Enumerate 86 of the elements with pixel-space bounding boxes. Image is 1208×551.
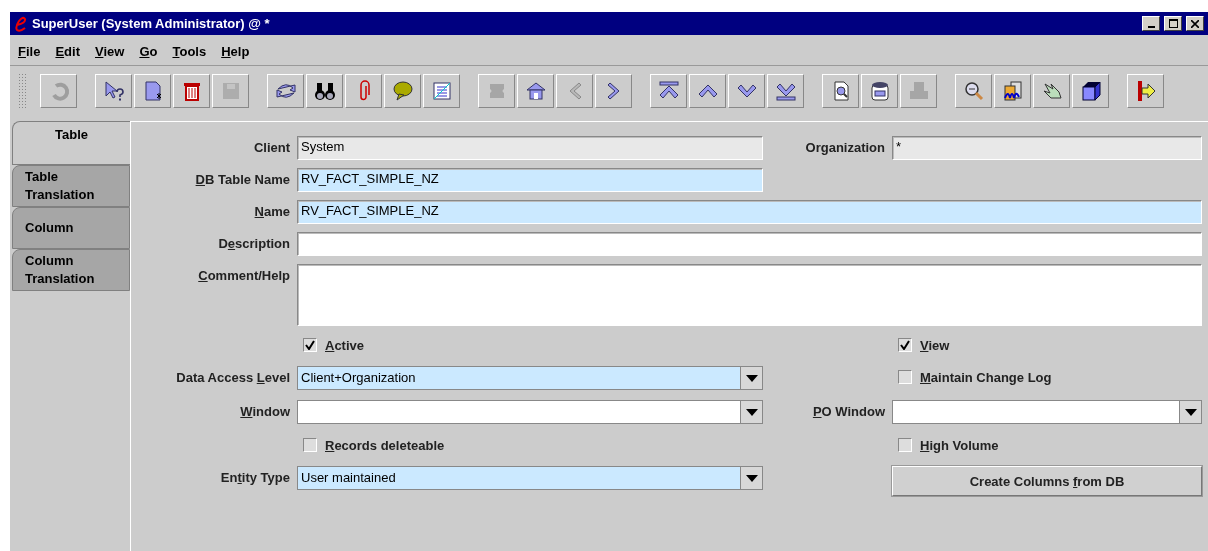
tab[interactable]: Column Translation — [12, 249, 130, 291]
field-label: Comment/Help — [197, 267, 290, 283]
minimize-button[interactable] — [1142, 16, 1160, 31]
toolbar-button[interactable] — [267, 74, 304, 108]
checkbox-label: Maintain Change Log — [920, 369, 1052, 385]
checkbox[interactable] — [898, 370, 912, 384]
toolbar-button[interactable] — [173, 74, 210, 108]
text-field[interactable] — [297, 232, 1202, 256]
window-title: SuperUser (System Administrator) @ * — [32, 16, 271, 31]
toolbar-button[interactable] — [861, 74, 898, 108]
app-logo-icon — [14, 15, 28, 32]
menu-item[interactable]: View — [89, 43, 131, 59]
text-field[interactable]: RV_FACT_SIMPLE_NZ — [297, 200, 1202, 224]
dropdown-field[interactable]: User maintained — [297, 466, 763, 490]
toolbar-button[interactable] — [1033, 74, 1070, 108]
caret-icon — [745, 374, 758, 382]
checkbox-label: Records deleteable — [325, 437, 445, 453]
field-label: Window — [239, 403, 290, 419]
tab[interactable]: Table — [12, 121, 130, 165]
text-field[interactable]: * — [892, 136, 1202, 160]
dropdown-button[interactable] — [1179, 401, 1201, 423]
toolbar-button[interactable] — [517, 74, 554, 108]
checkbox[interactable] — [303, 338, 317, 352]
menu-item[interactable]: File — [12, 43, 47, 59]
field-label: Name — [253, 203, 290, 219]
toolbar-button[interactable] — [595, 74, 632, 108]
checkbox[interactable] — [898, 438, 912, 452]
dropdown-field[interactable] — [892, 400, 1202, 424]
toolbar-button[interactable] — [689, 74, 726, 108]
cube-icon — [1079, 80, 1102, 102]
caret-icon — [1184, 408, 1197, 416]
caret-icon — [745, 408, 758, 416]
toolbar-button[interactable] — [650, 74, 687, 108]
dropdown-button[interactable] — [740, 401, 762, 423]
menu-item[interactable]: Go — [133, 43, 164, 59]
checkbox-label: View — [920, 337, 950, 353]
field-label: Client — [252, 139, 290, 155]
house-icon — [524, 80, 547, 102]
jar-icon — [868, 80, 891, 102]
checkbox-label: Active — [325, 337, 365, 353]
check-icon — [900, 340, 910, 350]
pointer-question-icon — [102, 80, 125, 102]
magnifier-icon — [962, 80, 985, 102]
tab[interactable]: Column — [12, 207, 130, 249]
signature-document-icon — [1001, 80, 1024, 102]
checkbox-label: High Volume — [920, 437, 999, 453]
menu-item[interactable]: Tools — [166, 43, 213, 59]
field-label: Entity Type — [219, 469, 290, 485]
printer-icon — [907, 80, 930, 102]
tab[interactable]: Table Translation — [12, 165, 130, 207]
text-field[interactable]: System — [297, 136, 763, 160]
toolbar-button[interactable] — [306, 74, 343, 108]
toolbar-button[interactable] — [728, 74, 765, 108]
toolbar-button[interactable] — [1072, 74, 1109, 108]
menu-item[interactable]: Help — [215, 43, 256, 59]
list-icon — [430, 80, 453, 102]
field-label: PO Window — [811, 403, 885, 419]
maximize-icon — [1168, 19, 1178, 28]
checkbox[interactable] — [898, 338, 912, 352]
speech-bubble-icon — [391, 80, 414, 102]
field-label: DB Table Name — [194, 171, 290, 187]
binoculars-icon — [313, 80, 336, 102]
toolbar-button[interactable] — [1127, 74, 1164, 108]
toolbar-button[interactable] — [767, 74, 804, 108]
text-field[interactable]: RV_FACT_SIMPLE_NZ — [297, 168, 763, 192]
toolbar-button[interactable] — [95, 74, 132, 108]
toolbar-button[interactable] — [955, 74, 992, 108]
check-icon — [305, 340, 315, 350]
maximize-button[interactable] — [1164, 16, 1182, 31]
toolbar-button[interactable] — [994, 74, 1031, 108]
dropdown-field[interactable]: Client+Organization — [297, 366, 763, 390]
checkbox[interactable] — [303, 438, 317, 452]
close-button[interactable] — [1186, 16, 1204, 31]
toolbar-button[interactable] — [384, 74, 421, 108]
dropdown-button[interactable] — [740, 367, 762, 389]
caret-icon — [745, 474, 758, 482]
dropdown-button[interactable] — [740, 467, 762, 489]
close-icon — [1191, 19, 1199, 28]
create-columns-button[interactable]: Create Columns from DB — [892, 466, 1202, 496]
dropdown-field[interactable] — [297, 400, 763, 424]
menu-item[interactable]: Edit — [49, 43, 86, 59]
field-label: Organization — [804, 139, 885, 155]
toolbar-button[interactable] — [822, 74, 859, 108]
field-label: Data Access Level — [175, 369, 290, 385]
minimize-icon — [1147, 25, 1155, 28]
field-label: Description — [217, 235, 290, 251]
